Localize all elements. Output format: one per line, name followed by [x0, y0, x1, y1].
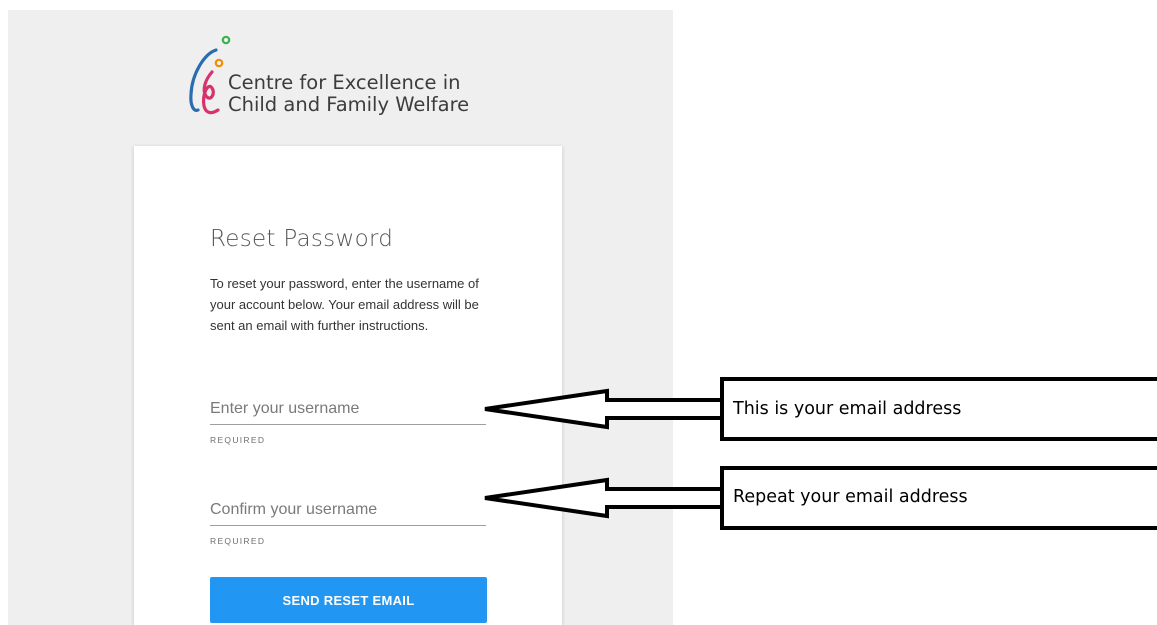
instructions-text: To reset your password, enter the userna… [210, 276, 479, 333]
brand-name-line2: Child and Family Welfare [228, 93, 470, 116]
brand-name-line1: Centre for Excellence in [228, 71, 461, 94]
annotation-callout-email: This is your email address [720, 377, 1157, 441]
page-title: Reset Password [210, 226, 394, 252]
username-required-label: REQUIRED [210, 435, 266, 445]
annotation-text-repeat-email: Repeat your email address [733, 487, 968, 507]
left-arrow-icon [484, 388, 727, 430]
annotation-callout-repeat-email: Repeat your email address [720, 466, 1157, 530]
brand-logo: Centre for Excellence in Child and Famil… [188, 32, 528, 127]
logo-icon [189, 35, 231, 115]
username-input[interactable] [210, 394, 486, 425]
left-arrow-icon [484, 477, 727, 519]
reset-password-card: Reset Password To reset your password, e… [134, 146, 562, 625]
confirm-username-required-label: REQUIRED [210, 536, 266, 546]
annotation-text-email: This is your email address [733, 399, 962, 419]
send-reset-email-button[interactable]: SEND RESET EMAIL [210, 577, 487, 623]
confirm-username-input[interactable] [210, 495, 486, 526]
